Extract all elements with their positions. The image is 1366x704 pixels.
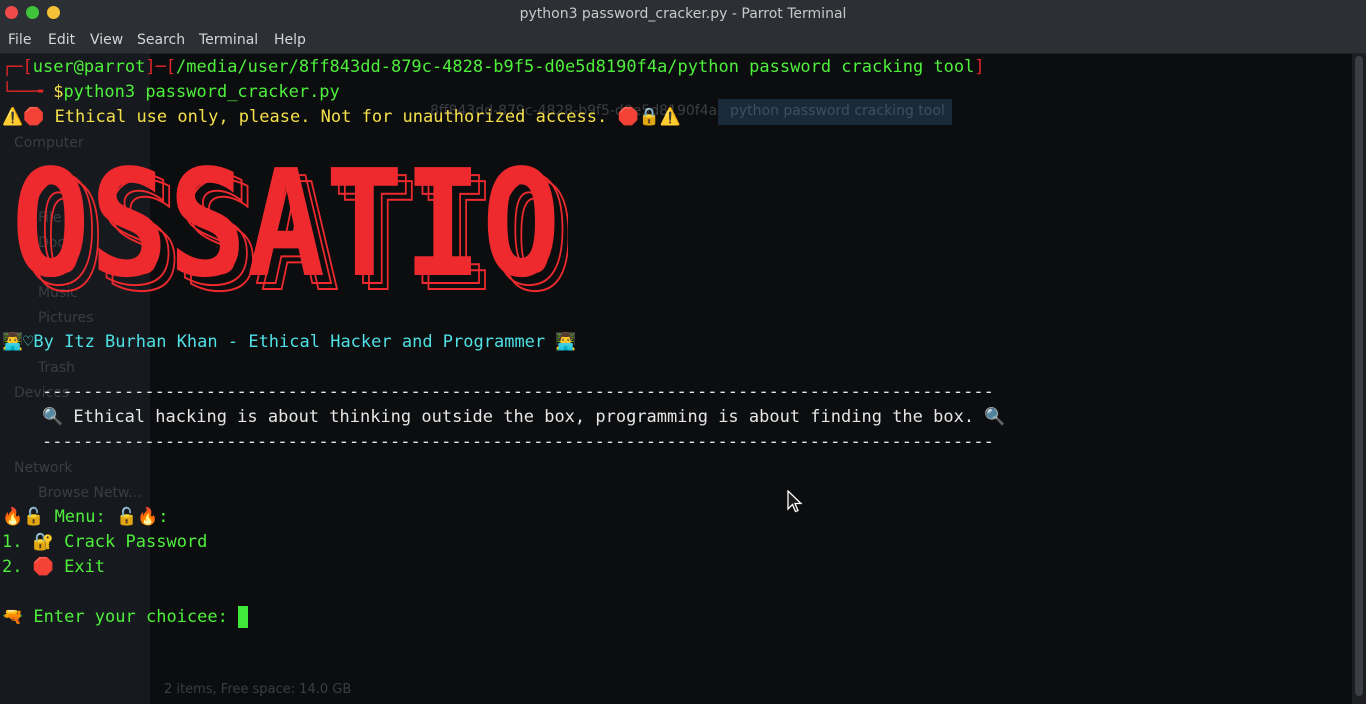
command-text: python3 password_cracker.py <box>63 82 340 102</box>
ghost-breadcrumb: python password cracking tool <box>730 103 945 119</box>
menu-view[interactable]: View <box>90 28 123 53</box>
prompt-box-bottom: └──╼ <box>2 82 54 102</box>
menu-terminal[interactable]: Terminal <box>199 28 258 53</box>
ghost-breadcrumb-active <box>718 99 952 125</box>
vertical-scrollbar[interactable] <box>1352 54 1366 704</box>
menu-bar: File Edit View Search Terminal Help <box>0 28 1366 54</box>
text-cursor[interactable] <box>238 606 249 628</box>
scrollbar-thumb[interactable] <box>1355 56 1363 696</box>
window-title: python3 password_cracker.py - Parrot Ter… <box>519 6 847 22</box>
prompt-user-host: user@parrot <box>32 57 146 77</box>
divider-bottom: ----------------------------------------… <box>42 432 994 452</box>
input-prompt: 🔫 Enter your choicee: <box>2 607 239 627</box>
menu-help[interactable]: Help <box>274 28 306 53</box>
menu-option-exit: 2. 🛑 Exit <box>2 557 106 577</box>
quote-line: 🔍 Ethical hacking is about thinking outs… <box>42 407 1006 427</box>
warning-line: ⚠️🛑 Ethical use only, please. Not for un… <box>2 107 681 127</box>
divider-top: ----------------------------------------… <box>42 382 994 402</box>
menu-file[interactable]: File <box>8 28 31 53</box>
command-line: └──╼ $python3 password_cracker.py <box>2 80 340 105</box>
mouse-pointer-icon <box>787 490 803 513</box>
prompt-separator: ]─[ <box>145 57 177 77</box>
ghost-sidebar-item: Network <box>14 460 73 476</box>
author-credit: 👨‍💻♡By Itz Burhan Khan - Ethical Hacker … <box>2 332 577 352</box>
ghost-status: 2 items, Free space: 14.0 GB <box>164 682 352 697</box>
ghost-sidebar-item: Browse Netw... <box>38 485 142 501</box>
input-line[interactable]: 🔫 Enter your choicee: <box>2 605 249 630</box>
title-bar[interactable]: python3 password_cracker.py - Parrot Ter… <box>0 0 1366 28</box>
prompt-dollar: $ <box>53 82 64 102</box>
terminal-output[interactable]: python password cracking tool 8ff843dd-8… <box>0 54 1352 704</box>
menu-edit[interactable]: Edit <box>48 28 75 53</box>
prompt-box-corner: ┌─[ <box>2 57 33 77</box>
ghost-sidebar-item: Pictures <box>38 310 94 326</box>
menu-search[interactable]: Search <box>137 28 185 53</box>
menu-title: 🔥🔓 Menu: 🔓🔥: <box>2 507 169 527</box>
ghost-sidebar-item: Trash <box>38 360 75 376</box>
ascii-banner: OSSATIO OSSATIO OSSATIO <box>12 149 568 299</box>
prompt-bracket: ] <box>974 57 985 77</box>
prompt-path: /media/user/8ff843dd-879c-4828-b9f5-d0e5… <box>176 57 975 77</box>
prompt-line: ┌─[user@parrot]─[/media/user/8ff843dd-87… <box>2 55 985 80</box>
terminal-window: python3 password_cracker.py - Parrot Ter… <box>0 0 1366 704</box>
menu-option-crack: 1. 🔐 Crack Password <box>2 532 208 552</box>
banner-text: OSSATIO <box>12 149 561 299</box>
